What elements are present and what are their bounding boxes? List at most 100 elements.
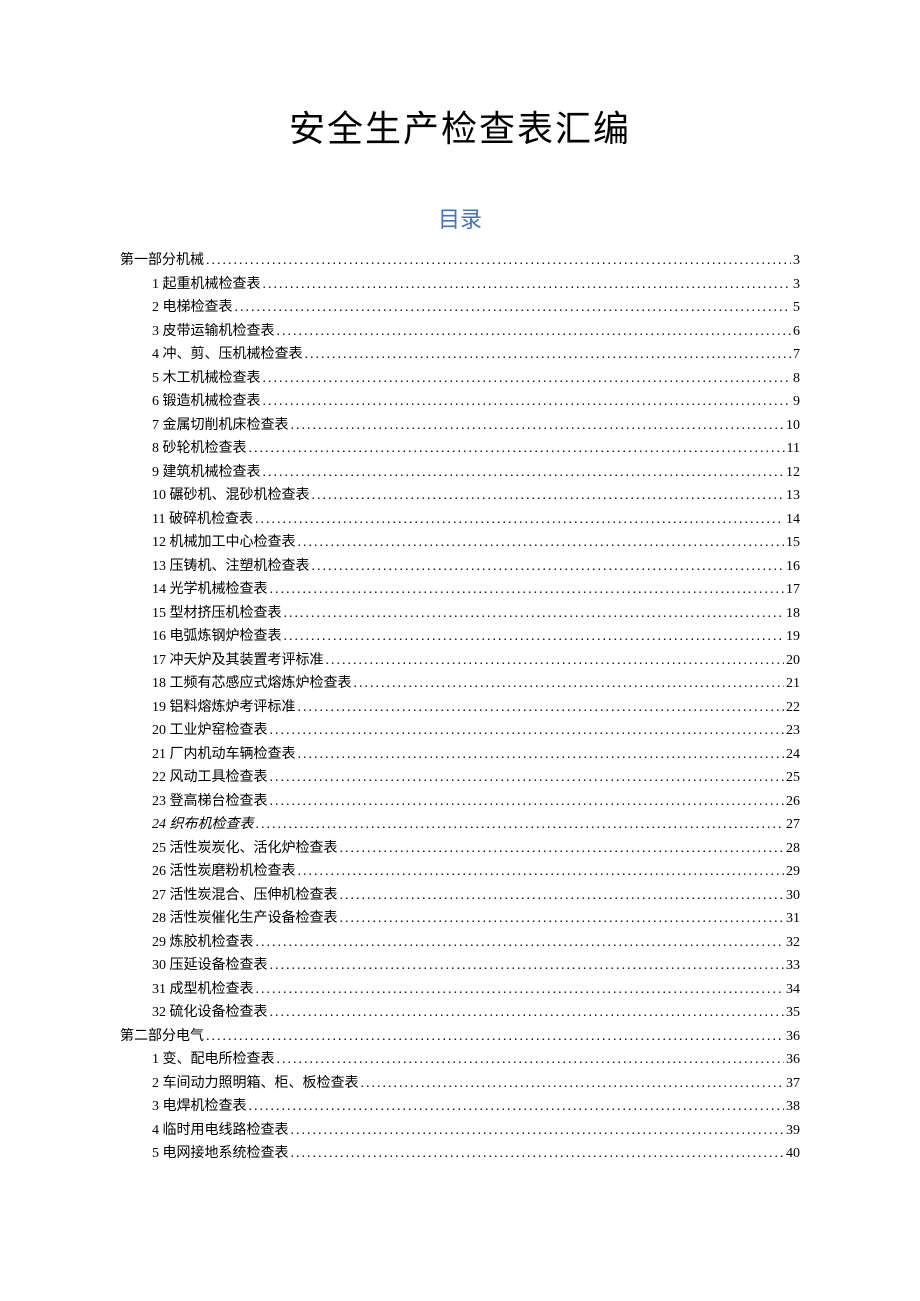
toc-heading: 目录 — [120, 202, 800, 234]
toc-entry-page: 16 — [786, 560, 800, 574]
toc-entry-label: 7 金属切削机床检查表 — [152, 419, 289, 433]
toc-leader-dots — [298, 701, 785, 715]
toc-leader-dots — [206, 1030, 784, 1044]
toc-entry: 9 建筑机械检查表 12 — [120, 466, 800, 480]
toc-leader-dots — [263, 372, 792, 386]
toc-entry-label: 13 压铸机、注塑机检查表 — [152, 560, 310, 574]
toc-entry: 14 光学机械检查表 17 — [120, 583, 800, 597]
toc-entry-label: 9 建筑机械检查表 — [152, 466, 261, 480]
toc-entry-page: 22 — [786, 701, 800, 715]
toc-entry-page: 15 — [786, 536, 800, 550]
toc-entry-label: 4 冲、剪、压机械检查表 — [152, 348, 303, 362]
toc-entry: 13 压铸机、注塑机检查表 16 — [120, 560, 800, 574]
toc-entry: 26 活性炭磨粉机检查表29 — [120, 865, 800, 879]
toc-entry: 15 型材挤压机检查表 18 — [120, 607, 800, 621]
toc-leader-dots — [270, 771, 785, 785]
toc-entry-page: 35 — [786, 1006, 800, 1020]
toc-entry-page: 28 — [786, 842, 800, 856]
toc-leader-dots — [249, 1100, 785, 1114]
toc-leader-dots — [340, 842, 785, 856]
toc-entry: 10 碾砂机、混砂机检查表 13 — [120, 489, 800, 503]
toc-entry-label: 10 碾砂机、混砂机检查表 — [152, 489, 310, 503]
toc-entry-page: 12 — [786, 466, 800, 480]
toc-leader-dots — [298, 536, 785, 550]
toc-entry-page: 20 — [786, 654, 800, 668]
toc-leader-dots — [340, 912, 785, 926]
toc-entry: 11 破碎机检查表14 — [120, 513, 800, 527]
toc-entry-page: 34 — [786, 983, 800, 997]
toc-entry-page: 10 — [786, 419, 800, 433]
toc-leader-dots — [249, 442, 785, 456]
toc-entry-label: 14 光学机械检查表 — [152, 583, 268, 597]
toc-entry: 8 砂轮机检查表11 — [120, 442, 800, 456]
toc-entry-label: 17 冲天炉及其装置考评标准 — [152, 654, 324, 668]
toc-leader-dots — [256, 936, 785, 950]
toc-entry-label: 第二部分电气 — [120, 1030, 204, 1044]
toc-entry-label: 25 活性炭炭化、活化炉检查表 — [152, 842, 338, 856]
toc-entry: 17 冲天炉及其装置考评标准 20 — [120, 654, 800, 668]
toc-entry-page: 17 — [786, 583, 800, 597]
toc-entry: 28 活性炭催化生产设备检查表31 — [120, 912, 800, 926]
toc-entry: 1 起重机械检查表3 — [120, 278, 800, 292]
toc-leader-dots — [312, 489, 785, 503]
toc-entry: 5 电网接地系统检查表40 — [120, 1147, 800, 1161]
toc-entry-label: 22 风动工具检查表 — [152, 771, 268, 785]
toc-entry-label: 3 皮带运输机检查表 — [152, 325, 275, 339]
toc-entry-label: 19 铝料熔炼炉考评标准 — [152, 701, 296, 715]
toc-leader-dots — [206, 254, 791, 268]
toc-entry: 2 车间动力照明箱、柜、板检查表 37 — [120, 1077, 800, 1091]
toc-entry-page: 38 — [786, 1100, 800, 1114]
toc-entry-page: 23 — [786, 724, 800, 738]
toc-entry-label: 12 机械加工中心检查表 — [152, 536, 296, 550]
toc-leader-dots — [263, 395, 792, 409]
toc-entry: 2 电梯检查表5 — [120, 301, 800, 315]
toc-entry-label: 30 压延设备检查表 — [152, 959, 268, 973]
toc-entry: 第一部分机械3 — [120, 254, 800, 268]
toc-leader-dots — [270, 1006, 785, 1020]
toc-entry: 22 风动工具检查表 25 — [120, 771, 800, 785]
toc-leader-dots — [270, 583, 785, 597]
toc-entry-label: 16 电弧炼钢炉检查表 — [152, 630, 282, 644]
toc-entry: 27 活性炭混合、压伸机检查表30 — [120, 889, 800, 903]
toc-entry-label: 15 型材挤压机检查表 — [152, 607, 282, 621]
toc-entry-label: 28 活性炭催化生产设备检查表 — [152, 912, 338, 926]
toc-entry: 24 织布机检查表27 — [120, 818, 800, 832]
toc-entry-label: 27 活性炭混合、压伸机检查表 — [152, 889, 338, 903]
toc-entry: 21 厂内机动车辆检查表24 — [120, 748, 800, 762]
toc-entry-label: 21 厂内机动车辆检查表 — [152, 748, 296, 762]
toc-entry-label: 5 电网接地系统检查表 — [152, 1147, 289, 1161]
toc-entry-label: 3 电焊机检查表 — [152, 1100, 247, 1114]
toc-entry-label: 2 电梯检查表 — [152, 301, 233, 315]
toc-entry-page: 13 — [786, 489, 800, 503]
toc-leader-dots — [291, 1147, 785, 1161]
toc-entry-page: 32 — [786, 936, 800, 950]
toc-entry: 30 压延设备检查表 33 — [120, 959, 800, 973]
toc-leader-dots — [255, 513, 784, 527]
toc-entry: 19 铝料熔炼炉考评标准 22 — [120, 701, 800, 715]
toc-entry-label: 1 变、配电所检查表 — [152, 1053, 275, 1067]
toc-leader-dots — [298, 748, 785, 762]
toc-entry-page: 37 — [786, 1077, 800, 1091]
toc-entry: 20 工业炉窑检查表 23 — [120, 724, 800, 738]
toc-entry-page: 25 — [786, 771, 800, 785]
toc-entry-label: 26 活性炭磨粉机检查表 — [152, 865, 296, 879]
toc-entry: 12 机械加工中心检查表 15 — [120, 536, 800, 550]
toc-entry-page: 18 — [786, 607, 800, 621]
toc-entry-label: 第一部分机械 — [120, 254, 204, 268]
toc-leader-dots — [235, 301, 792, 315]
toc-entry-page: 33 — [786, 959, 800, 973]
toc-entry: 7 金属切削机床检查表 10 — [120, 419, 800, 433]
toc-leader-dots — [291, 1124, 785, 1138]
table-of-contents: 第一部分机械31 起重机械检查表32 电梯检查表53 皮带运输机检查表64 冲、… — [120, 254, 800, 1161]
toc-leader-dots — [270, 959, 785, 973]
toc-entry-label: 6 锻造机械检查表 — [152, 395, 261, 409]
toc-entry-label: 2 车间动力照明箱、柜、板检查表 — [152, 1077, 359, 1091]
toc-entry: 4 临时用电线路检查表39 — [120, 1124, 800, 1138]
toc-entry-page: 7 — [793, 348, 800, 362]
toc-entry-page: 3 — [793, 278, 800, 292]
toc-entry: 25 活性炭炭化、活化炉检查表 28 — [120, 842, 800, 856]
toc-entry-label: 20 工业炉窑检查表 — [152, 724, 268, 738]
toc-leader-dots — [284, 630, 785, 644]
toc-entry-label: 8 砂轮机检查表 — [152, 442, 247, 456]
toc-entry: 23 登高梯台检查表26 — [120, 795, 800, 809]
